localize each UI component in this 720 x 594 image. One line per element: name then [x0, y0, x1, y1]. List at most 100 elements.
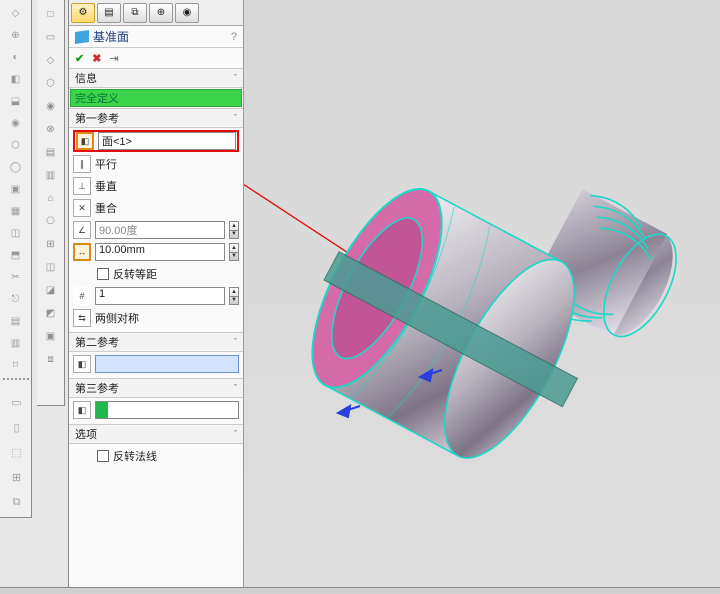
tool-icon[interactable]: ⧈ — [39, 349, 63, 369]
tool-icon[interactable]: ⬡ — [39, 73, 63, 93]
coincident-icon: ✕ — [73, 199, 91, 217]
tool-icon[interactable]: ◩ — [39, 303, 63, 323]
tool-icon[interactable]: ▤ — [2, 312, 30, 330]
distance-icon[interactable]: ↔ — [73, 243, 91, 261]
tool-icon[interactable]: ⬡ — [2, 136, 30, 154]
tool-icon[interactable]: ◇ — [2, 4, 30, 22]
tool-icon[interactable]: ◫ — [39, 257, 63, 277]
angle-spinner[interactable]: ▲▼ — [229, 221, 239, 239]
chevron-up-icon: ˆ — [234, 383, 237, 393]
reverse-normal-checkbox[interactable] — [97, 450, 109, 462]
instances-input[interactable]: 1 — [95, 287, 225, 305]
tool-icon[interactable]: ⊗ — [39, 119, 63, 139]
tab-display[interactable]: ◉ — [175, 3, 199, 23]
tool-icon[interactable]: □ — [39, 4, 63, 24]
option-perpendicular[interactable]: ⊥ 垂直 — [73, 176, 239, 196]
section-label: 选项 — [75, 426, 97, 442]
selection-input[interactable]: 面<1> — [98, 132, 236, 150]
tool-icon[interactable]: ◉ — [39, 96, 63, 116]
tool-icon[interactable]: ◯ — [2, 158, 30, 176]
command-bar-secondary: ▭ ▯ ⬚ ⊞ ⧉ — [0, 386, 33, 594]
section-options[interactable]: 选项 ˆ — [69, 424, 243, 444]
feature-title: 基准面 — [93, 28, 129, 45]
tool-icon[interactable]: ◪ — [39, 280, 63, 300]
panel-tabs: ⚙ ▤ ⧉ ⊕ ◉ — [69, 0, 243, 26]
distance-spinner[interactable]: ▲▼ — [229, 243, 239, 261]
command-bar-mid: □ ▭ ◇ ⬡ ◉ ⊗ ▤ ▥ ⌂ ⎔ ⊞ ◫ ◪ ◩ ▣ ⧈ — [37, 0, 65, 406]
angle-input[interactable]: 90.00度 — [95, 221, 225, 239]
tool-icon[interactable]: ⌑ — [2, 356, 30, 374]
option-label: 平行 — [95, 156, 117, 172]
confirmation-row: ✔ ✖ ⇥ — [69, 48, 243, 68]
tool-icon[interactable]: ▥ — [39, 165, 63, 185]
tab-configmanager[interactable]: ⧉ — [123, 3, 147, 23]
selection-input[interactable] — [95, 401, 239, 419]
tool-icon[interactable]: ◧ — [2, 70, 30, 88]
tool-icon[interactable]: ⎔ — [39, 211, 63, 231]
tab-featuremanager[interactable]: ⚙ — [71, 3, 95, 23]
tool-icon[interactable]: ▣ — [39, 326, 63, 346]
instances-icon: # — [73, 287, 91, 305]
tool-icon[interactable]: ▤ — [39, 142, 63, 162]
tool-icon[interactable]: ⊞ — [3, 467, 31, 487]
tool-icon[interactable]: ⊞ — [39, 234, 63, 254]
section-info[interactable]: 信息 ˆ — [69, 68, 243, 88]
tool-icon[interactable]: ⬓ — [2, 92, 30, 110]
section-second-reference[interactable]: 第二参考 ˆ — [69, 332, 243, 352]
tool-icon[interactable]: ⎋ — [2, 290, 30, 308]
angle-icon: ∠ — [73, 221, 91, 239]
option-label: 两侧对称 — [95, 310, 139, 326]
help-icon[interactable]: ? — [231, 31, 237, 43]
tool-icon[interactable]: ▦ — [2, 202, 30, 220]
section-third-reference[interactable]: 第三参考 ˆ — [69, 378, 243, 398]
pin-button[interactable]: ⇥ — [109, 52, 118, 65]
tool-icon[interactable]: ▣ — [2, 180, 30, 198]
reverse-offset-checkbox[interactable] — [97, 268, 109, 280]
tool-icon[interactable]: ◉ — [2, 114, 30, 132]
tool-icon[interactable]: ✂ — [2, 268, 30, 286]
bottom-border — [0, 587, 720, 594]
instances-spinner[interactable]: ▲▼ — [229, 287, 239, 305]
selection-input[interactable] — [95, 355, 239, 373]
section-label: 第二参考 — [75, 334, 119, 350]
tool-icon[interactable]: ⊕ — [2, 26, 30, 44]
face-selection-icon[interactable]: ◧ — [73, 401, 91, 419]
graphics-viewport[interactable] — [244, 0, 720, 594]
parallel-icon: ∥ — [73, 155, 91, 173]
tool-icon[interactable]: ▥ — [2, 334, 30, 352]
status-row: 完全定义 — [70, 89, 242, 107]
cancel-button[interactable]: ✖ — [92, 52, 101, 65]
reverse-offset-row[interactable]: 反转等距 — [73, 264, 239, 284]
option-coincident[interactable]: ✕ 重合 — [73, 198, 239, 218]
tool-icon[interactable]: ▭ — [3, 392, 31, 412]
chevron-up-icon: ˆ — [234, 429, 237, 439]
tool-icon[interactable]: ◫ — [2, 224, 30, 242]
tool-icon[interactable]: ⬚ — [3, 442, 31, 462]
status-text: 完全定义 — [75, 90, 119, 106]
distance-row: ↔ 10.00mm ▲▼ — [73, 242, 239, 262]
ok-button[interactable]: ✔ — [75, 52, 84, 65]
tool-icon[interactable]: ◇ — [39, 50, 63, 70]
scene-svg — [244, 0, 720, 594]
tool-icon[interactable]: ◐ — [2, 48, 30, 66]
tool-icon[interactable]: ▭ — [39, 27, 63, 47]
tool-icon[interactable]: ⌂ — [39, 188, 63, 208]
option-parallel[interactable]: ∥ 平行 — [73, 154, 239, 174]
chevron-up-icon: ˆ — [234, 337, 237, 347]
angle-row: ∠ 90.00度 ▲▼ — [73, 220, 239, 240]
reverse-normal-row[interactable]: 反转法线 — [73, 446, 239, 466]
distance-input[interactable]: 10.00mm — [95, 243, 225, 261]
face-selection-icon[interactable]: ◧ — [73, 355, 91, 373]
option-label: 重合 — [95, 200, 117, 216]
tool-icon[interactable]: ▯ — [3, 417, 31, 437]
tool-icon[interactable]: ⧉ — [3, 492, 31, 512]
tab-dimxpert[interactable]: ⊕ — [149, 3, 173, 23]
tab-propertymanager[interactable]: ▤ — [97, 3, 121, 23]
section-first-reference[interactable]: 第一参考 ˆ — [69, 108, 243, 128]
first-reference-content: ◧ 面<1> ∥ 平行 ⊥ 垂直 ✕ 重合 ∠ 90.00度 ▲▼ ↔ 10.0… — [69, 128, 243, 332]
option-label: 垂直 — [95, 178, 117, 194]
face-selection-icon[interactable]: ◧ — [76, 132, 94, 150]
third-reference-content: ◧ — [69, 398, 243, 424]
tool-icon[interactable]: ⬒ — [2, 246, 30, 264]
midplane-row[interactable]: ⇆ 两侧对称 — [73, 308, 239, 328]
